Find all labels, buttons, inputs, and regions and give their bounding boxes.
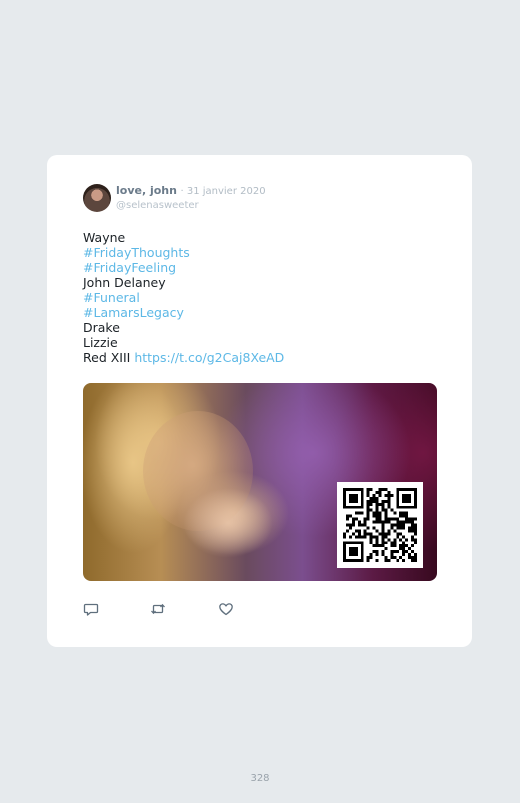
tweet-text: Wayne #FridayThoughts #FridayFeeling Joh…	[83, 230, 443, 365]
tweet-last-line: Red XIII https://t.co/g2Caj8XeAD	[83, 350, 443, 365]
reply-icon	[83, 603, 99, 616]
tweet-line: Drake	[83, 320, 120, 335]
author-row: love, john · 31 janvier 2020	[116, 184, 266, 199]
heart-icon	[219, 603, 233, 616]
tweet-line: Lizzie	[83, 335, 118, 350]
tweet-line: Wayne	[83, 230, 126, 245]
hashtag-link[interactable]: #FridayThoughts	[83, 245, 443, 260]
qr-code-graphic	[343, 488, 417, 562]
author-name[interactable]: love, john	[116, 184, 177, 197]
like-button[interactable]	[218, 601, 234, 617]
tweet-date: · 31 janvier 2020	[180, 186, 266, 197]
retweet-button[interactable]	[150, 601, 166, 617]
hashtag-link[interactable]: #LamarsLegacy	[83, 305, 443, 320]
hashtag-link[interactable]: #Funeral	[83, 290, 443, 305]
tweet-media-image[interactable]	[83, 383, 437, 581]
tweet-card: love, john · 31 janvier 2020 @selenaswee…	[47, 155, 472, 647]
hashtag-link[interactable]: #FridayFeeling	[83, 260, 443, 275]
tweet-line: John Delaney	[83, 275, 166, 290]
media-hand-area	[183, 488, 273, 558]
tweet-author: love, john · 31 janvier 2020 @selenaswee…	[116, 184, 266, 212]
page-number: 328	[250, 773, 270, 784]
avatar[interactable]	[83, 184, 111, 212]
tweet-url-link[interactable]: https://t.co/g2Caj8XeAD	[134, 350, 284, 365]
qr-code	[337, 482, 423, 568]
retweet-icon	[151, 603, 165, 615]
reply-button[interactable]	[83, 601, 99, 617]
author-handle: @selenasweeter	[116, 200, 199, 211]
tweet-line-text: Red XIII	[83, 350, 135, 365]
